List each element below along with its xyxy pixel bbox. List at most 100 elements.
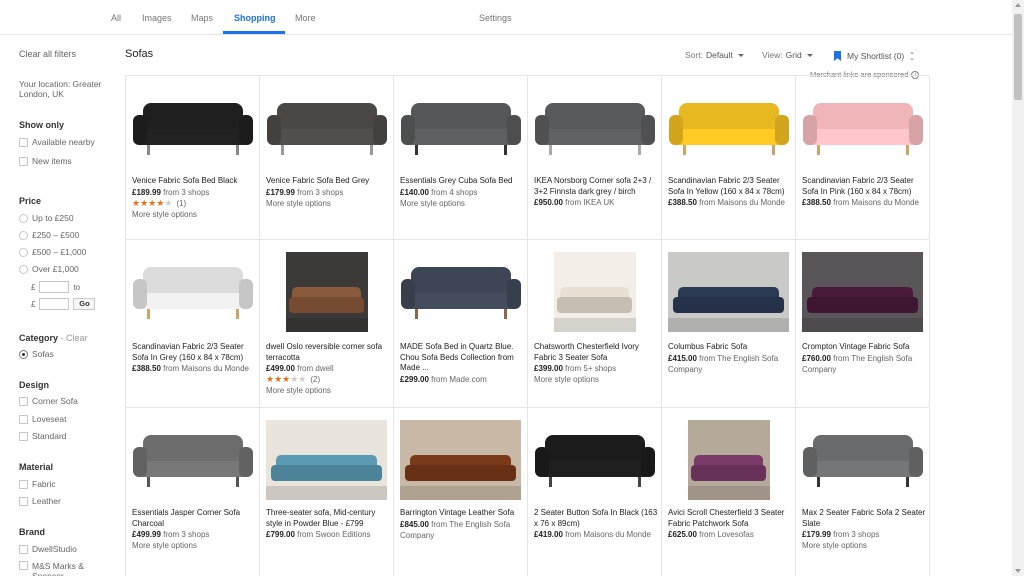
price-250-500[interactable]: £250 – £500: [19, 230, 79, 240]
product-name[interactable]: Max 2 Seater Fabric Sofa 2 Seater Slate: [802, 508, 926, 529]
product-image[interactable]: [534, 252, 655, 332]
price-min-input[interactable]: [39, 281, 70, 293]
product-card[interactable]: Essentials Grey Cuba Sofa Bed £140.00 fro…: [394, 76, 528, 240]
product-name[interactable]: Avici Scroll Chesterfield 3 Seater Fabri…: [668, 508, 792, 529]
tab-all[interactable]: All: [111, 13, 121, 23]
product-image[interactable]: [132, 88, 253, 168]
tab-settings[interactable]: Settings: [479, 13, 512, 23]
product-card[interactable]: Scandinavian Fabric 2/3 Seater Sofa In P…: [796, 76, 930, 240]
more-style-options-link[interactable]: More style options: [400, 198, 524, 209]
price-max-input[interactable]: [39, 298, 70, 310]
sort-dropdown[interactable]: Sort: Default: [685, 50, 744, 60]
shortlist-button[interactable]: My Shortlist (0) ⌄ ⌄: [834, 49, 915, 62]
radio[interactable]: [19, 213, 28, 223]
design-loveseat[interactable]: Loveseat: [19, 414, 67, 424]
product-name[interactable]: Scandinavian Fabric 2/3 Seater Sofa In G…: [132, 342, 256, 363]
product-image[interactable]: [668, 252, 789, 332]
product-card[interactable]: 2 Seater Button Sofa In Black (163 x 76 …: [528, 408, 662, 576]
product-card[interactable]: Scandinavian Fabric 2/3 Seater Sofa In Y…: [662, 76, 796, 240]
more-style-options-link[interactable]: More style options: [132, 209, 256, 220]
more-style-options-link[interactable]: More style options: [266, 385, 390, 396]
scroll-up-arrow-icon[interactable]: [1015, 3, 1021, 7]
product-name[interactable]: Venice Fabric Sofa Bed Grey: [266, 176, 390, 187]
product-image[interactable]: [802, 420, 923, 500]
radio-selected[interactable]: [19, 349, 28, 359]
product-card[interactable]: Scandinavian Fabric 2/3 Seater Sofa In G…: [126, 240, 260, 408]
product-card[interactable]: MADE Sofa Bed in Quartz Blue. Chou Sofa …: [394, 240, 528, 408]
more-style-options-link[interactable]: More style options: [802, 540, 926, 551]
material-leather[interactable]: Leather: [19, 496, 61, 506]
checkbox[interactable]: [19, 431, 28, 441]
checkbox[interactable]: [19, 496, 28, 506]
product-name[interactable]: 2 Seater Button Sofa In Black (163 x 76 …: [534, 508, 658, 529]
product-name[interactable]: Crompton Vintage Fabric Sofa: [802, 342, 926, 353]
product-name[interactable]: dwell Oslo reversible corner sofa terrac…: [266, 342, 390, 363]
product-image[interactable]: [132, 420, 253, 500]
product-card[interactable]: Venice Fabric Sofa Bed Grey £179.99 from …: [260, 76, 394, 240]
scrollbar-thumb[interactable]: [1014, 14, 1022, 100]
product-name[interactable]: Columbus Fabric Sofa: [668, 342, 792, 353]
product-image[interactable]: [400, 420, 521, 500]
product-image[interactable]: [132, 252, 253, 332]
product-card[interactable]: Avici Scroll Chesterfield 3 Seater Fabri…: [662, 408, 796, 576]
product-image[interactable]: [400, 252, 521, 332]
more-style-options-link[interactable]: More style options: [534, 374, 658, 385]
checkbox[interactable]: [19, 479, 28, 489]
material-fabric[interactable]: Fabric: [19, 479, 56, 489]
checkbox[interactable]: [19, 156, 28, 166]
price-500-1000[interactable]: £500 – £1,000: [19, 247, 86, 257]
product-card[interactable]: Max 2 Seater Fabric Sofa 2 Seater Slate £…: [796, 408, 930, 576]
design-standard[interactable]: Standard: [19, 431, 67, 441]
product-card[interactable]: dwell Oslo reversible corner sofa terrac…: [260, 240, 394, 408]
filter-available-nearby[interactable]: Available nearby: [19, 137, 95, 147]
design-corner-sofa[interactable]: Corner Sofa: [19, 396, 78, 406]
radio[interactable]: [19, 247, 28, 257]
view-dropdown[interactable]: View: Grid: [762, 50, 813, 60]
scroll-down-arrow-icon[interactable]: [1015, 569, 1021, 573]
product-name[interactable]: Scandinavian Fabric 2/3 Seater Sofa In P…: [802, 176, 926, 197]
product-card[interactable]: Crompton Vintage Fabric Sofa £760.00 from…: [796, 240, 930, 408]
product-name[interactable]: Essentials Grey Cuba Sofa Bed: [400, 176, 524, 187]
product-image[interactable]: [802, 88, 923, 168]
price-go-button[interactable]: Go: [73, 298, 96, 310]
product-rating[interactable]: ★★★★★ (1): [132, 198, 256, 209]
tab-more[interactable]: More: [295, 13, 316, 23]
product-card[interactable]: Columbus Fabric Sofa £415.00 from The Eng…: [662, 240, 796, 408]
filter-new-items[interactable]: New items: [19, 156, 72, 166]
product-name[interactable]: Three-seater sofa, Mid-century style in …: [266, 508, 390, 529]
product-name[interactable]: Venice Fabric Sofa Bed Black: [132, 176, 256, 187]
more-style-options-link[interactable]: More style options: [132, 540, 256, 551]
product-card[interactable]: Barrington Vintage Leather Sofa £845.00 f…: [394, 408, 528, 576]
radio[interactable]: [19, 264, 28, 274]
product-name[interactable]: Essentials Jasper Corner Sofa Charcoal: [132, 508, 256, 529]
checkbox[interactable]: [19, 561, 28, 570]
category-clear-link[interactable]: - Clear: [61, 333, 88, 343]
product-image[interactable]: [534, 420, 655, 500]
product-image[interactable]: [266, 88, 387, 168]
product-image[interactable]: [668, 420, 789, 500]
tab-images[interactable]: Images: [142, 13, 172, 23]
product-card[interactable]: Venice Fabric Sofa Bed Black £189.99 from…: [126, 76, 260, 240]
product-card[interactable]: IKEA Norsborg Corner sofa 2+3 / 3+2 Finn…: [528, 76, 662, 240]
product-card[interactable]: Chatsworth Chesterfield Ivory Fabric 3 S…: [528, 240, 662, 408]
product-image[interactable]: [266, 252, 387, 332]
product-image[interactable]: [802, 252, 923, 332]
product-image[interactable]: [534, 88, 655, 168]
radio[interactable]: [19, 230, 28, 240]
price-up-to-250[interactable]: Up to £250: [19, 213, 74, 223]
clear-filters-link[interactable]: Clear all filters: [19, 49, 76, 59]
product-image[interactable]: [400, 88, 521, 168]
product-name[interactable]: MADE Sofa Bed in Quartz Blue. Chou Sofa …: [400, 342, 524, 374]
checkbox[interactable]: [19, 544, 28, 554]
product-card[interactable]: Essentials Jasper Corner Sofa Charcoal £4…: [126, 408, 260, 576]
product-name[interactable]: Chatsworth Chesterfield Ivory Fabric 3 S…: [534, 342, 658, 363]
product-card[interactable]: Three-seater sofa, Mid-century style in …: [260, 408, 394, 576]
brand-dwellstudio[interactable]: DwellStudio: [19, 544, 77, 554]
checkbox[interactable]: [19, 414, 28, 424]
product-rating[interactable]: ★★★★★ (2): [266, 374, 390, 385]
product-image[interactable]: [668, 88, 789, 168]
more-style-options-link[interactable]: More style options: [266, 198, 390, 209]
checkbox[interactable]: [19, 137, 28, 147]
price-over-1000[interactable]: Over £1,000: [19, 264, 79, 274]
product-name[interactable]: Barrington Vintage Leather Sofa: [400, 508, 524, 519]
